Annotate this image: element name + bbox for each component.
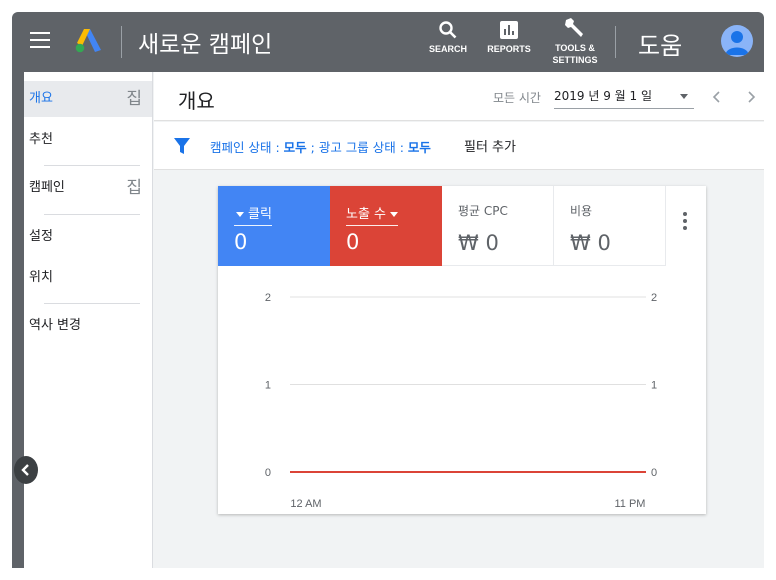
filter-bar: 캠페인 상태 : 모두 ; 광고 그룹 상태 : 모두 필터 추가 [154, 122, 764, 170]
home-mark: 집 [126, 89, 142, 109]
sidebar-item-overview[interactable]: 개요 집 [24, 81, 152, 117]
sidebar: 개요 집 추천 캠페인 집 설정 위치 역사 변경 [24, 72, 153, 568]
collapse-sidebar-button[interactable] [14, 456, 38, 484]
sidebar-item-recommendations[interactable]: 추천 [24, 122, 152, 158]
sidebar-item-settings[interactable]: 설정 [24, 219, 152, 255]
performance-chart: 0 0 1 1 2 2 12 AM 11 PM [265, 292, 657, 510]
sidebar-item-label: 개요 [29, 91, 53, 106]
page-header: 개요 모든 시간 2019 년 9 월 1 일 [154, 72, 764, 121]
tools-label-2: SETTINGS [552, 55, 598, 65]
date-range-label: 모든 시간 [493, 91, 541, 105]
app-window: 새로운 캠페인 SEARCH REPORTS TOOLS & SETTINGS [12, 12, 764, 568]
tools-label-1: TOOLS & [555, 43, 595, 53]
menu-icon[interactable] [30, 32, 50, 48]
filter-chip[interactable]: 캠페인 상태 : 모두 ; 광고 그룹 상태 : 모두 [210, 137, 431, 156]
x-tick-label: 12 AM [290, 498, 321, 510]
nav-rail [12, 72, 24, 568]
y-tick-left: 2 [265, 292, 271, 304]
sidebar-item-label: 위치 [29, 270, 53, 285]
y-tick-right: 2 [651, 292, 657, 304]
sidebar-item-label: 설정 [29, 229, 53, 244]
tools-settings-button[interactable]: TOOLS & SETTINGS [546, 17, 604, 66]
reports-label: REPORTS [487, 44, 531, 54]
y-tick-right: 1 [651, 380, 657, 392]
chevron-right-icon[interactable] [742, 85, 760, 109]
page-title: 개요 [178, 89, 215, 113]
date-range-value: 2019 년 9 월 1 일 [554, 89, 653, 103]
sidebar-divider [44, 214, 140, 215]
campaign-title: 새로운 캠페인 [138, 32, 273, 58]
filter-campaign-status-label: 캠페인 상태 : [210, 140, 284, 155]
y-tick-right: 0 [651, 467, 657, 479]
top-bar: 새로운 캠페인 SEARCH REPORTS TOOLS & SETTINGS [12, 12, 764, 72]
filter-campaign-status-value: 모두 [283, 140, 307, 155]
avatar[interactable] [721, 25, 753, 57]
chevron-left-icon[interactable] [708, 85, 726, 109]
sidebar-item-label: 캠페인 [29, 180, 65, 195]
reports-icon [500, 21, 518, 39]
help-button[interactable]: 도움 [638, 26, 682, 61]
google-ads-logo [75, 29, 101, 53]
home-mark: 집 [126, 178, 142, 198]
user-icon [725, 31, 749, 55]
y-tick-left: 0 [265, 467, 271, 479]
sidebar-divider [44, 303, 140, 304]
y-tick-left: 1 [265, 380, 271, 392]
reports-button[interactable]: REPORTS [484, 20, 534, 55]
sidebar-item-campaigns[interactable]: 캠페인 집 [24, 170, 152, 206]
divider [121, 26, 122, 58]
divider [615, 26, 616, 58]
date-range-select[interactable]: 2019 년 9 월 1 일 [554, 85, 694, 109]
sidebar-divider [44, 165, 140, 166]
sidebar-item-label: 역사 변경 [29, 318, 81, 333]
chevron-left-icon [21, 464, 29, 476]
caret-down-icon [680, 94, 688, 99]
filter-adgroup-status-label: ; 광고 그룹 상태 : [306, 140, 408, 155]
wrench-icon [565, 18, 583, 37]
search-icon [439, 21, 457, 39]
filter-icon[interactable] [174, 138, 190, 154]
filter-adgroup-status-value: 모두 [407, 140, 431, 155]
search-button[interactable]: SEARCH [425, 20, 471, 55]
search-label: SEARCH [428, 44, 467, 54]
sidebar-item-locations[interactable]: 위치 [24, 260, 152, 296]
add-filter-button[interactable]: 필터 추가 [464, 136, 516, 155]
x-tick-label: 11 PM [615, 498, 646, 510]
sidebar-item-change-history[interactable]: 역사 변경 [24, 308, 152, 344]
sidebar-item-label: 추천 [29, 132, 53, 147]
